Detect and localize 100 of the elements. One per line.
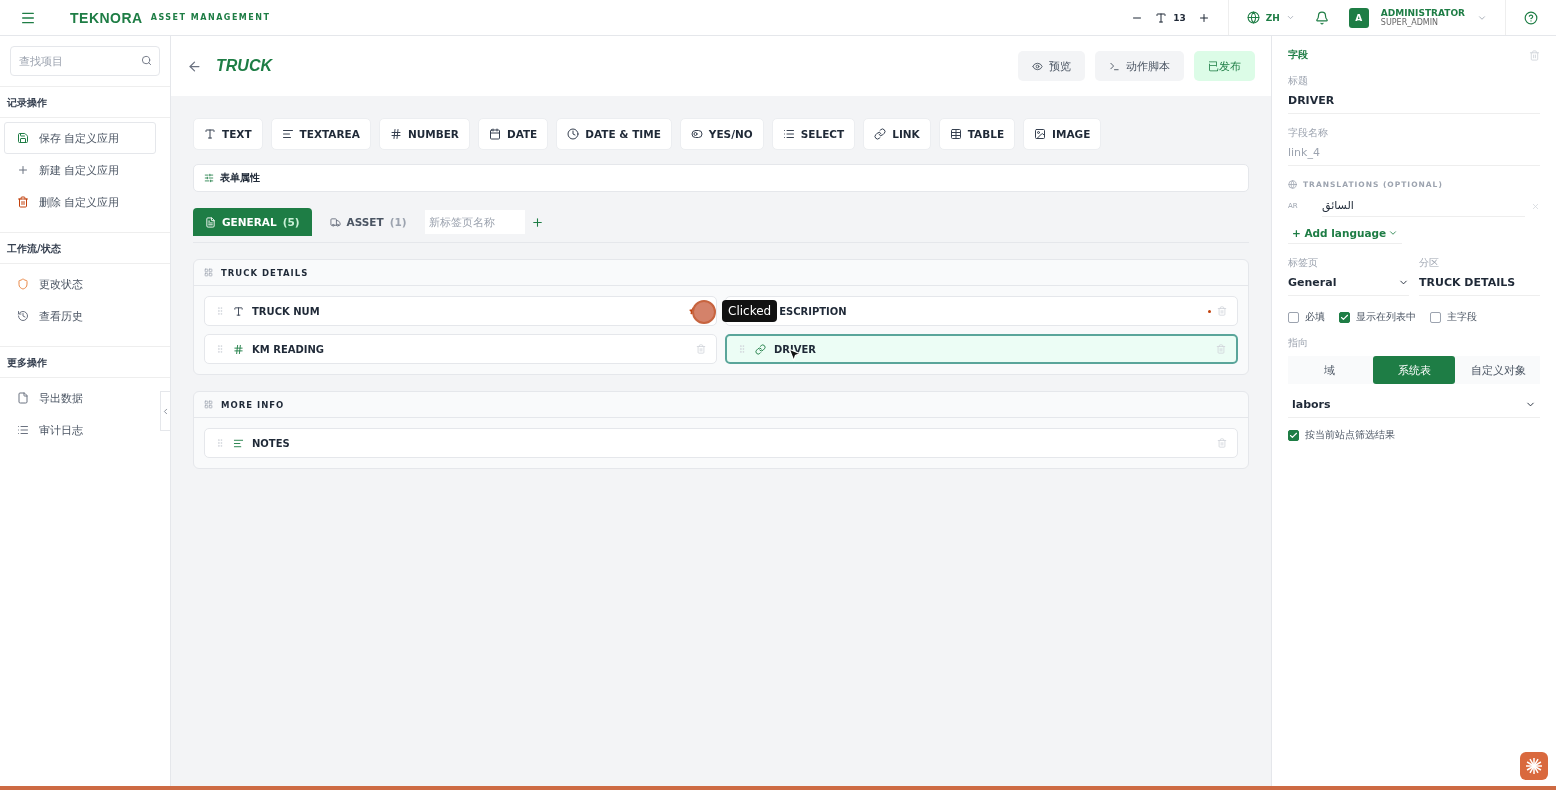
recorder-icon[interactable] [1520,752,1548,780]
close-icon[interactable] [1531,201,1540,211]
save-icon [17,132,29,144]
link-icon [874,128,887,140]
increase-icon[interactable] [1197,11,1210,24]
field-row[interactable]: KM READING [204,334,717,364]
sidebar-item[interactable]: 导出数据 [4,382,156,414]
lines-icon [281,128,294,140]
notification-icon[interactable] [1314,10,1329,25]
language-selector[interactable]: ZH [1265,12,1280,23]
terminal-icon [1109,60,1120,72]
sidebar-item[interactable]: 删除 自定义应用 [4,186,156,218]
search-field[interactable]: 查找项目 [10,46,160,76]
trash-icon[interactable] [696,344,706,354]
user-role: SUPER_ADMIN [1380,18,1440,27]
field-type-button[interactable]: DATE [477,118,549,150]
field-type-button[interactable]: IMAGE [1023,118,1102,150]
field-caption: 指向 [1288,336,1309,350]
segment-button[interactable]: 域 [1288,356,1371,384]
sidebar-item[interactable]: 审计日志 [4,414,156,446]
field-type-button[interactable]: DATE & TIME [556,118,672,150]
group-title: 更多操作 [0,346,170,378]
image-icon [1034,128,1047,140]
collapse-handle[interactable] [160,391,170,431]
script-button[interactable]: 动作脚本 [1095,51,1184,81]
preview-button[interactable]: 预览 [1018,51,1085,81]
add-tab-icon[interactable] [530,215,544,229]
segment-button[interactable]: 自定义对象 [1457,356,1540,384]
user-name: ADMINISTRATOR [1380,8,1465,18]
publish-button[interactable]: 已发布 [1194,51,1255,81]
font-size-icon [1155,11,1168,24]
grid-icon [204,400,213,409]
field-type-button[interactable]: YES/NO [679,118,764,150]
new-tab-field[interactable]: 新标签页名称 [424,210,525,234]
back-icon[interactable] [187,58,202,74]
shield-icon [17,278,29,290]
sidebar-item[interactable]: 更改状态 [4,268,156,300]
sidebar-item[interactable]: 保存 自定义应用 [4,122,156,154]
grid-icon [204,268,213,277]
form-properties-label: 表单属性 [220,171,260,185]
trash-icon[interactable] [1217,306,1227,316]
field-caption: 标题 [1288,74,1309,88]
translation-field[interactable]: السائق [1322,195,1525,217]
calendar-icon [488,128,501,140]
checkbox-label: 按当前站点筛选结果 [1305,428,1395,442]
field-row[interactable]: NOTES [204,428,1238,458]
trash-icon[interactable] [1217,438,1227,448]
add-language-button[interactable]: + Add language [1288,223,1403,244]
segment-button[interactable]: 系统表 [1372,356,1456,384]
hash-icon [389,128,402,140]
plus-icon [17,164,29,176]
section-field[interactable]: TRUCK DETAILS [1419,270,1540,296]
trash-icon[interactable] [1529,49,1540,61]
list-icon [17,424,29,436]
font-size-value: 13 [1173,12,1186,23]
sidebar-item[interactable]: 新建 自定义应用 [4,154,156,186]
field-type-button[interactable]: TEXT [193,118,263,150]
toggle-icon [690,128,703,140]
table-select[interactable]: labors [1288,392,1540,418]
trash-icon[interactable] [1216,344,1226,354]
tab-select[interactable]: General [1288,270,1409,296]
checkbox-label: 显示在列表中 [1356,310,1416,324]
tooltip: Clicked [722,300,778,322]
user-avatar[interactable]: A [1348,7,1369,28]
drag-handle-icon[interactable] [737,344,747,354]
checkbox[interactable] [1288,311,1299,323]
checkbox[interactable] [1430,311,1441,323]
chevron-icon[interactable] [1285,13,1295,22]
field-type-button[interactable]: LINK [863,118,931,150]
history-icon [17,310,29,322]
sidebar-item[interactable]: 查看历史 [4,300,156,332]
trash-icon [17,196,29,208]
field-type-button[interactable]: SELECT [771,118,856,150]
globe-icon[interactable] [1246,11,1260,24]
field-row[interactable]: TRUCK NUM [204,296,717,326]
field-caption: 字段名称 [1288,126,1329,140]
globe-icon [1288,180,1297,189]
field-caption: 分区 [1419,256,1440,270]
truck-icon [329,216,341,228]
field-type-button[interactable]: TEXTAREA [270,118,371,150]
lines-icon [233,437,244,449]
field-row[interactable]: DRIVER [725,334,1238,364]
page-title: TRUCK [216,57,272,75]
checkbox[interactable] [1339,311,1350,323]
section-title: MORE INFO [221,399,285,410]
drag-handle-icon[interactable] [215,438,225,448]
tab[interactable]: GENERAL (5) [193,208,312,236]
label-field[interactable]: DRIVER [1288,88,1540,114]
search-icon[interactable] [141,55,152,66]
tab[interactable]: ASSET (1) [317,208,419,236]
clock-icon [567,128,580,140]
drag-handle-icon[interactable] [215,344,225,354]
drag-handle-icon[interactable] [215,306,225,316]
checkbox[interactable] [1288,429,1299,441]
field-type-button[interactable]: NUMBER [378,118,470,150]
help-icon[interactable] [1524,10,1538,25]
field-type-button[interactable]: TABLE [938,118,1016,150]
section-title: TRUCK DETAILS [221,267,309,278]
form-properties-bar[interactable]: 表单属性 [193,164,1249,192]
checkbox-label: 必填 [1305,310,1325,324]
